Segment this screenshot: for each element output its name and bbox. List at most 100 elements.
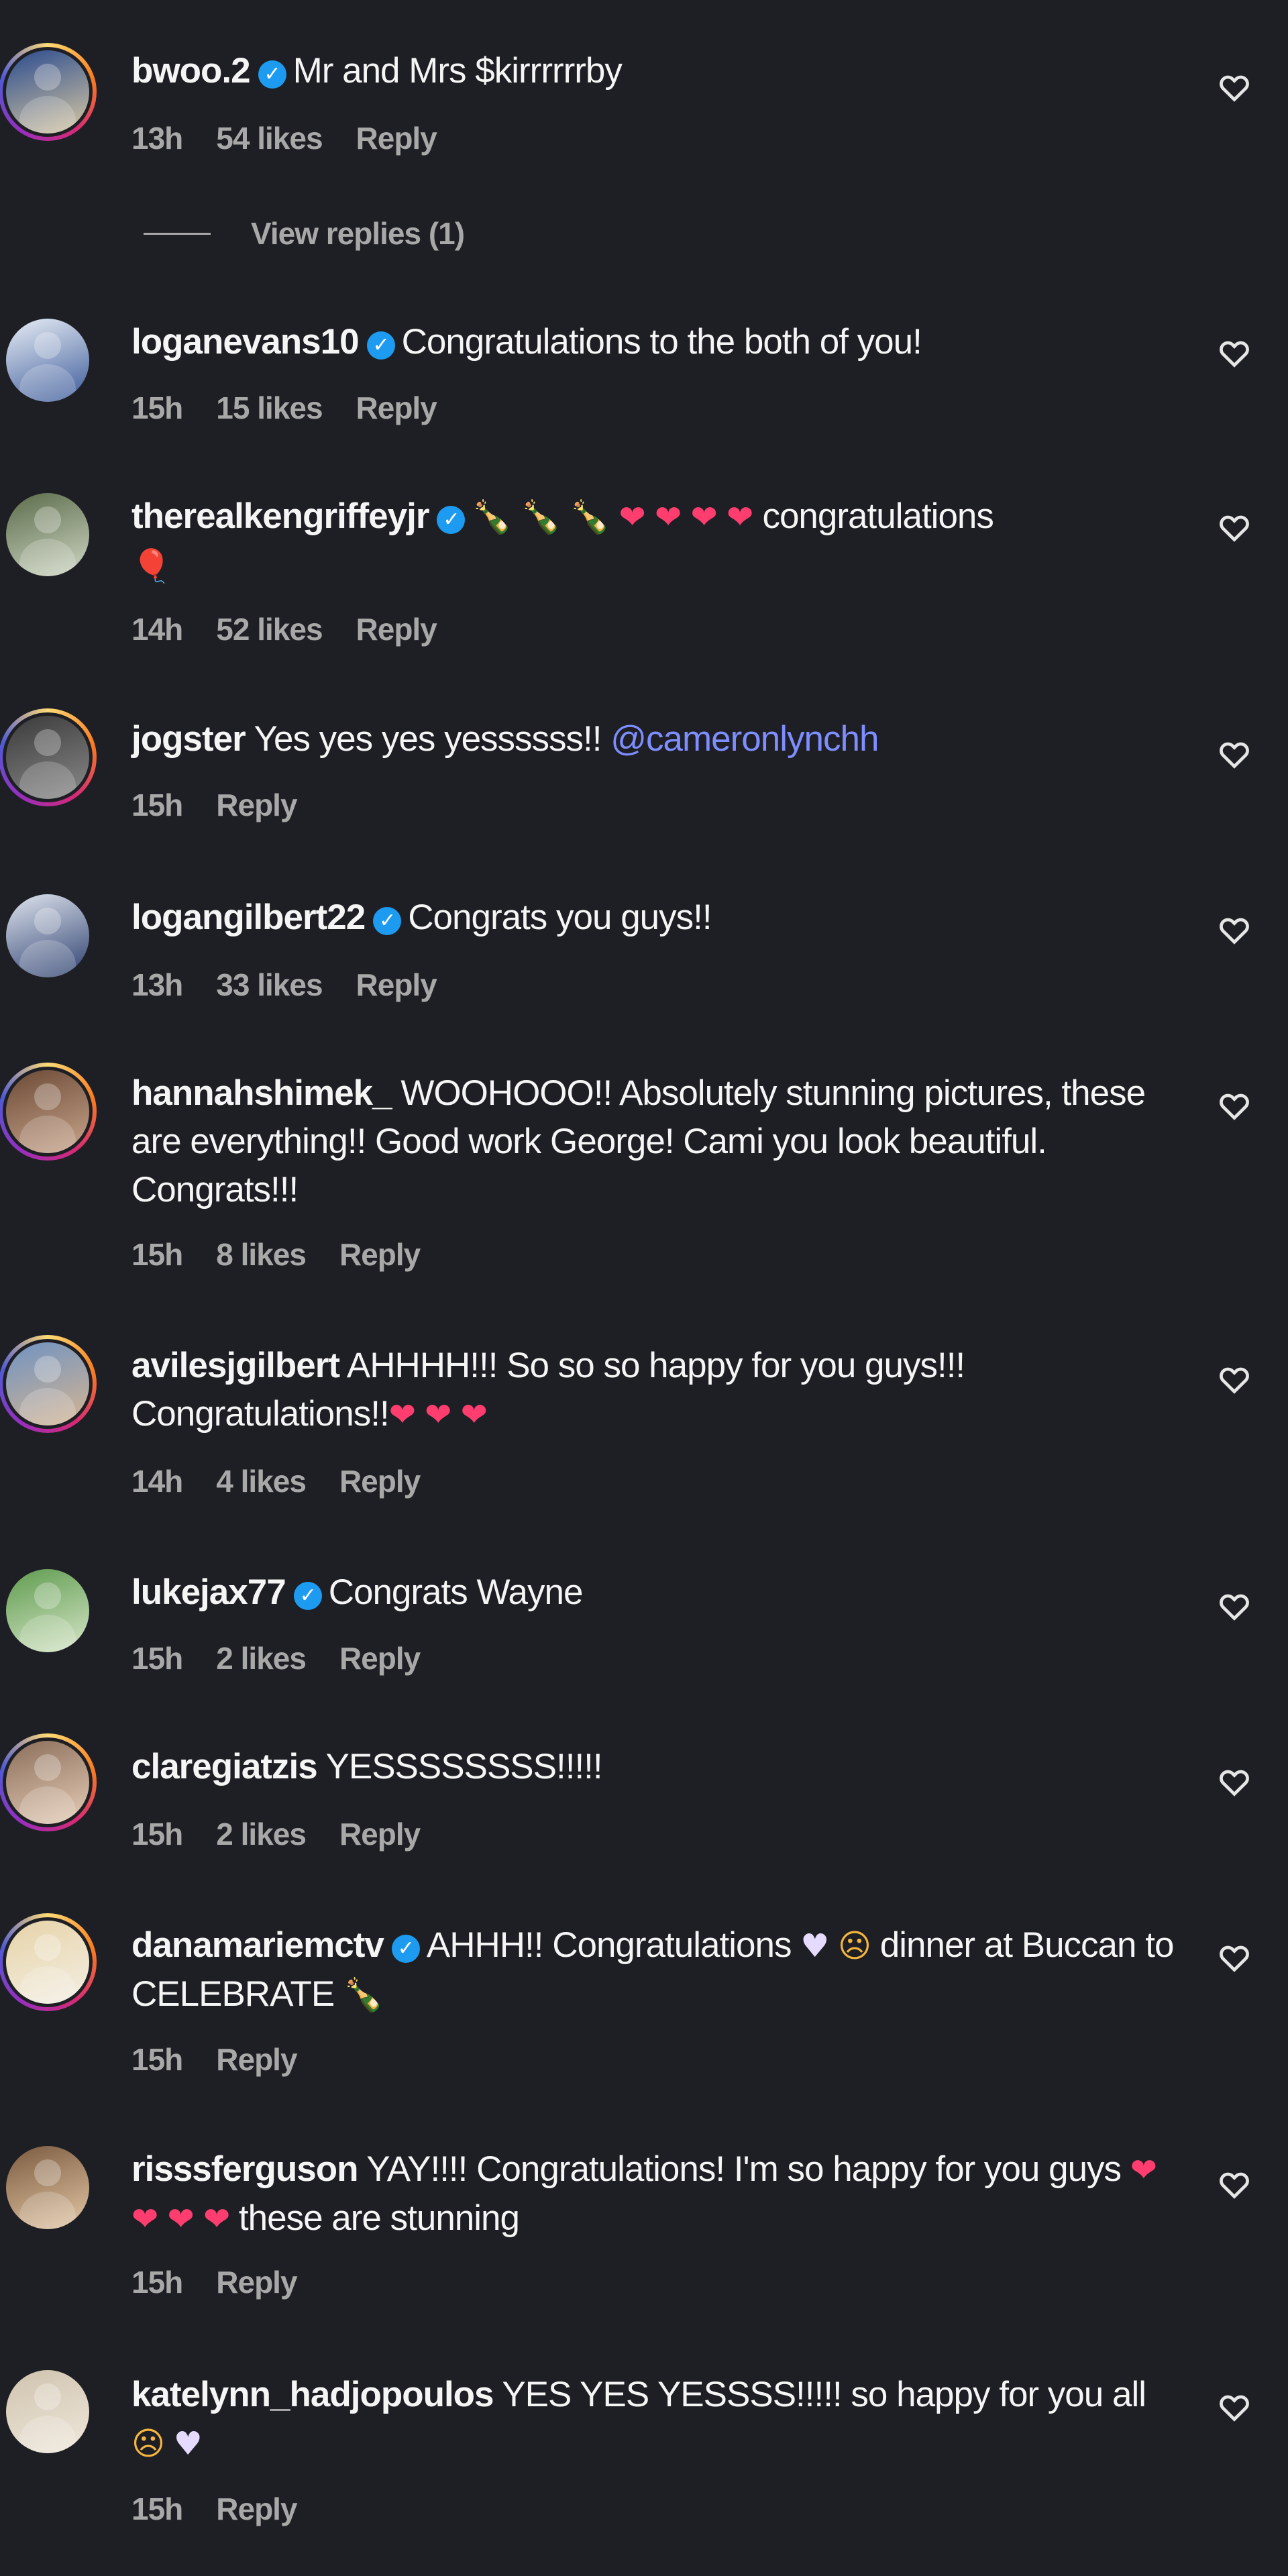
reply-button[interactable]: Reply bbox=[339, 1464, 421, 1499]
comment-text: Congrats Wayne bbox=[328, 1572, 584, 1612]
comment-time: 15h bbox=[131, 788, 183, 822]
comment-username[interactable]: lukejax77 bbox=[131, 1572, 286, 1612]
view-replies-label[interactable]: View replies (1) bbox=[251, 215, 465, 252]
champagne-emoji-icon: 🍾 🍾 🍾 bbox=[472, 498, 619, 536]
avatar[interactable] bbox=[6, 2370, 89, 2453]
comment-time: 15h bbox=[131, 2042, 183, 2077]
reply-button[interactable]: Reply bbox=[356, 612, 437, 647]
pleading-face-emoji-icon: ☹ bbox=[131, 2425, 165, 2463]
reply-button[interactable]: Reply bbox=[216, 2265, 297, 2300]
comment-time: 15h bbox=[131, 2265, 183, 2300]
comment-username[interactable]: logangilbert22 bbox=[131, 898, 366, 937]
reply-button[interactable]: Reply bbox=[216, 2491, 297, 2526]
comment-text: Mr and Mrs $kirrrrrrby bbox=[292, 51, 623, 91]
reply-button[interactable]: Reply bbox=[356, 121, 437, 156]
comment-meta: 15h 2 likes Reply bbox=[131, 1814, 453, 1854]
comment-meta: 15h Reply bbox=[131, 2489, 331, 2529]
avatar[interactable] bbox=[6, 894, 89, 977]
avatar[interactable] bbox=[6, 1070, 89, 1153]
reply-button[interactable]: Reply bbox=[339, 1641, 421, 1676]
story-ring[interactable] bbox=[0, 708, 97, 806]
heart-outline-icon[interactable] bbox=[1217, 2167, 1252, 2202]
reply-button[interactable]: Reply bbox=[216, 788, 297, 822]
story-ring[interactable] bbox=[0, 1063, 97, 1161]
heart-outline-icon[interactable] bbox=[1217, 2390, 1252, 2424]
comment-meta: 14h 52 likes Reply bbox=[131, 609, 470, 649]
heart-outline-icon[interactable] bbox=[1217, 1589, 1252, 1623]
avatar[interactable] bbox=[6, 319, 89, 402]
comment-username[interactable]: claregiatzis bbox=[131, 1747, 318, 1786]
heart-outline-icon[interactable] bbox=[1217, 335, 1252, 370]
view-replies-button[interactable]: View replies (1) bbox=[144, 213, 465, 254]
balloon-emoji-icon: 🎈 bbox=[131, 547, 172, 585]
comment-likes[interactable]: 8 likes bbox=[216, 1237, 307, 1272]
white-heart-emoji-icon: ♥ bbox=[173, 2425, 203, 2463]
avatar[interactable] bbox=[6, 493, 89, 576]
comment-username[interactable]: katelynn_hadjopoulos bbox=[131, 2375, 494, 2414]
comment-likes[interactable]: 2 likes bbox=[216, 1817, 307, 1851]
verified-badge-icon: ✓ bbox=[366, 331, 395, 360]
comment-text: Congratulations to the both of you! bbox=[401, 322, 922, 362]
comment-time: 15h bbox=[131, 2491, 183, 2526]
verified-badge-icon: ✓ bbox=[391, 1935, 420, 1963]
comment-likes[interactable]: 2 likes bbox=[216, 1641, 307, 1676]
story-ring[interactable] bbox=[0, 1733, 97, 1831]
heart-outline-icon[interactable] bbox=[1217, 70, 1252, 105]
avatar[interactable] bbox=[6, 2146, 89, 2229]
comment-time: 15h bbox=[131, 1641, 183, 1676]
comment-meta: 15h Reply bbox=[131, 785, 331, 825]
avatar[interactable] bbox=[6, 1569, 89, 1652]
reply-button[interactable]: Reply bbox=[339, 1817, 421, 1851]
comment-text: YES YES YESSSS!!!!! so happy for you all bbox=[502, 2375, 1146, 2414]
comment-text: YESSSSSSSS!!!!! bbox=[325, 1747, 603, 1786]
reply-button[interactable]: Reply bbox=[356, 967, 437, 1002]
heart-emoji-icon: ❤ ❤ ❤ ❤ bbox=[619, 498, 763, 536]
avatar[interactable] bbox=[6, 1342, 89, 1426]
comment-time: 14h bbox=[131, 1464, 183, 1499]
comment-username[interactable]: danamariemctv bbox=[131, 1925, 384, 1965]
reply-button[interactable]: Reply bbox=[339, 1237, 421, 1272]
comment-likes[interactable]: 52 likes bbox=[216, 612, 323, 647]
avatar[interactable] bbox=[6, 50, 89, 133]
avatar[interactable] bbox=[6, 1921, 89, 2004]
comment-username[interactable]: avilesjgilbert bbox=[131, 1346, 340, 1385]
heart-outline-icon[interactable] bbox=[1217, 1940, 1252, 1975]
comment-meta: 15h Reply bbox=[131, 2039, 331, 2080]
heart-outline-icon[interactable] bbox=[1217, 1088, 1252, 1123]
comment-username[interactable]: loganevans10 bbox=[131, 322, 360, 362]
heart-outline-icon[interactable] bbox=[1217, 737, 1252, 771]
white-heart-emoji-icon: ♥ bbox=[800, 1927, 829, 1965]
comment-meta: 14h 4 likes Reply bbox=[131, 1461, 453, 1501]
comment-username[interactable]: hannahshimek_ bbox=[131, 1073, 392, 1113]
comment-likes[interactable]: 4 likes bbox=[216, 1464, 307, 1499]
verified-badge-icon: ✓ bbox=[258, 60, 286, 89]
avatar[interactable] bbox=[6, 716, 89, 799]
replies-divider bbox=[144, 232, 211, 235]
comment-username[interactable]: bwoo.2 bbox=[131, 51, 251, 91]
comment-likes[interactable]: 15 likes bbox=[216, 390, 323, 425]
story-ring[interactable] bbox=[0, 1335, 97, 1433]
comment-username[interactable]: jogster bbox=[131, 719, 246, 759]
story-ring[interactable] bbox=[0, 43, 97, 141]
comment-text: Congrats you guys!! bbox=[408, 898, 712, 937]
comment-username[interactable]: risssferguson bbox=[131, 2149, 359, 2189]
verified-badge-icon: ✓ bbox=[293, 1582, 322, 1610]
comment-likes[interactable]: 33 likes bbox=[216, 967, 323, 1002]
reply-button[interactable]: Reply bbox=[356, 390, 437, 425]
avatar[interactable] bbox=[6, 1741, 89, 1824]
verified-badge-icon: ✓ bbox=[437, 506, 466, 534]
comment-likes[interactable]: 54 likes bbox=[216, 121, 323, 156]
comment-text: YAY!!!! Congratulations! I'm so happy fo… bbox=[366, 2149, 1122, 2189]
reply-button[interactable]: Reply bbox=[216, 2042, 297, 2077]
mention-link[interactable]: @cameronlynchh bbox=[610, 719, 879, 759]
comment-username[interactable]: therealkengriffeyjr bbox=[131, 496, 429, 536]
comment-meta: 15h 8 likes Reply bbox=[131, 1234, 453, 1275]
story-ring[interactable] bbox=[0, 1913, 97, 2011]
heart-outline-icon[interactable] bbox=[1217, 912, 1252, 947]
comment-time: 14h bbox=[131, 612, 183, 647]
heart-outline-icon[interactable] bbox=[1217, 510, 1252, 545]
heart-outline-icon[interactable] bbox=[1217, 1764, 1252, 1799]
heart-outline-icon[interactable] bbox=[1217, 1362, 1252, 1397]
comment-time: 15h bbox=[131, 1237, 183, 1272]
comment-meta: 15h Reply bbox=[131, 2262, 331, 2302]
